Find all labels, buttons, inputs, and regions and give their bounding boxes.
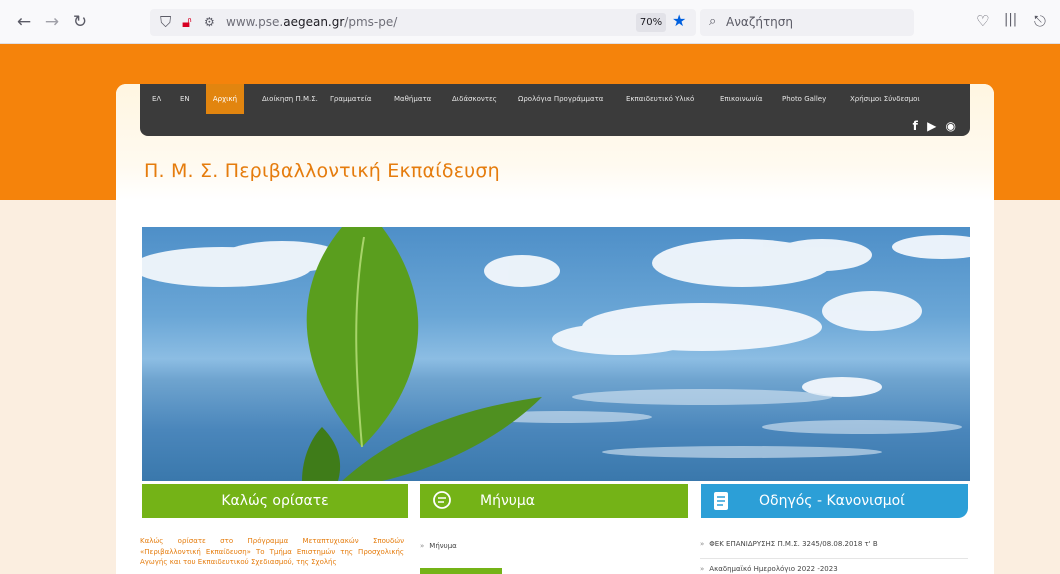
menu-item-teachers[interactable]: Διδάσκοντες xyxy=(452,84,497,114)
back-icon[interactable]: ← xyxy=(14,12,34,32)
chevron-right-icon: » xyxy=(700,540,705,548)
welcome-header: Καλώς ορίσατε xyxy=(142,484,408,518)
pocket-icon[interactable]: ♡ xyxy=(976,12,989,30)
menu-item-timetables[interactable]: Ωρολόγια Προγράμματα xyxy=(518,84,603,114)
main-menu: ΕΛ EN Αρχική Διοίκηση Π.Μ.Σ. Γραμματεία … xyxy=(140,84,970,136)
social-links: f ▶ ◉ xyxy=(908,119,956,133)
library-icon[interactable]: ||| xyxy=(1004,12,1017,27)
bookmark-star-icon[interactable]: ★ xyxy=(672,11,686,30)
welcome-text: Καλώς ορίσατε στο Πρόγραμμα Μεταπτυχιακώ… xyxy=(140,537,404,566)
share-icon[interactable]: ⎋ xyxy=(1034,12,1046,30)
chevron-right-icon: » xyxy=(420,542,425,550)
menu-item-secretariat[interactable]: Γραμματεία xyxy=(330,84,371,114)
shield-icon[interactable]: ⛉ xyxy=(160,13,171,31)
guide-title: Οδηγός - Κανονισμοί xyxy=(759,493,905,509)
menu-item-useful-links[interactable]: Χρήσιμοι Σύνδεσμοι xyxy=(850,84,920,114)
hero-image xyxy=(142,227,970,481)
hero-illustration xyxy=(142,227,970,481)
chevron-right-icon: » xyxy=(700,565,705,573)
guide-link-fek[interactable]: » ΦΕΚ ΕΠΑΝΙΔΡΥΣΗΣ Π.Μ.Σ. 3245/08.08.2018 … xyxy=(700,540,878,548)
guide-link-calendar[interactable]: » Ακαδημαϊκό Ημερολόγιο 2022 -2023 xyxy=(700,565,838,573)
guide-header: Οδηγός - Κανονισμοί xyxy=(701,484,968,518)
forward-icon[interactable]: → xyxy=(42,12,62,32)
menu-item-administration[interactable]: Διοίκηση Π.Μ.Σ. xyxy=(262,84,318,114)
url-text[interactable]: www.pse.aegean.gr/pms-pe/ xyxy=(226,15,397,29)
welcome-title: Καλώς ορίσατε xyxy=(221,493,329,509)
reload-icon[interactable]: ↻ xyxy=(70,12,90,32)
address-bar[interactable]: ⛉ 🔓︎ ⚙ www.pse.aegean.gr/pms-pe/ 70% ★ xyxy=(150,9,696,36)
search-icon: ⌕ xyxy=(709,14,717,29)
page-container: ΕΛ EN Αρχική Διοίκηση Π.Μ.Σ. Γραμματεία … xyxy=(116,84,994,574)
menu-item-educational-material[interactable]: Εκπαιδευτικό Υλικό xyxy=(626,84,694,114)
search-bar[interactable]: ⌕ Αναζήτηση xyxy=(700,9,914,36)
permissions-icon[interactable]: ⚙ xyxy=(204,13,215,31)
site-title[interactable]: Π. Μ. Σ. Περιβαλλοντική Εκπαίδευση xyxy=(144,160,500,182)
zoom-level-badge[interactable]: 70% xyxy=(636,13,666,32)
message-header: Μήνυμα xyxy=(420,484,688,518)
notebook-icon xyxy=(714,492,728,510)
menu-item-photo-gallery[interactable]: Photo Galley xyxy=(782,84,826,114)
browser-toolbar: ← → ↻ ⛉ 🔓︎ ⚙ www.pse.aegean.gr/pms-pe/ 7… xyxy=(0,0,1060,44)
menu-item-en[interactable]: EN xyxy=(180,84,190,114)
menu-item-courses[interactable]: Μαθήματα xyxy=(394,84,431,114)
facebook-icon[interactable]: f xyxy=(913,119,918,133)
search-placeholder: Αναζήτηση xyxy=(726,15,793,29)
message-button[interactable] xyxy=(420,568,502,574)
message-link[interactable]: » Μήνυμα xyxy=(420,542,457,550)
message-bubble-icon xyxy=(433,491,451,509)
divider xyxy=(700,558,968,559)
menu-item-el[interactable]: ΕΛ xyxy=(152,84,161,114)
menu-item-contact[interactable]: Επικοινωνία xyxy=(720,84,762,114)
insecure-lock-icon[interactable]: 🔓︎ xyxy=(182,13,192,31)
message-title: Μήνυμα xyxy=(480,493,536,509)
rss-icon[interactable]: ◉ xyxy=(946,119,956,133)
youtube-icon[interactable]: ▶ xyxy=(927,119,936,133)
menu-item-home[interactable]: Αρχική xyxy=(206,84,244,114)
